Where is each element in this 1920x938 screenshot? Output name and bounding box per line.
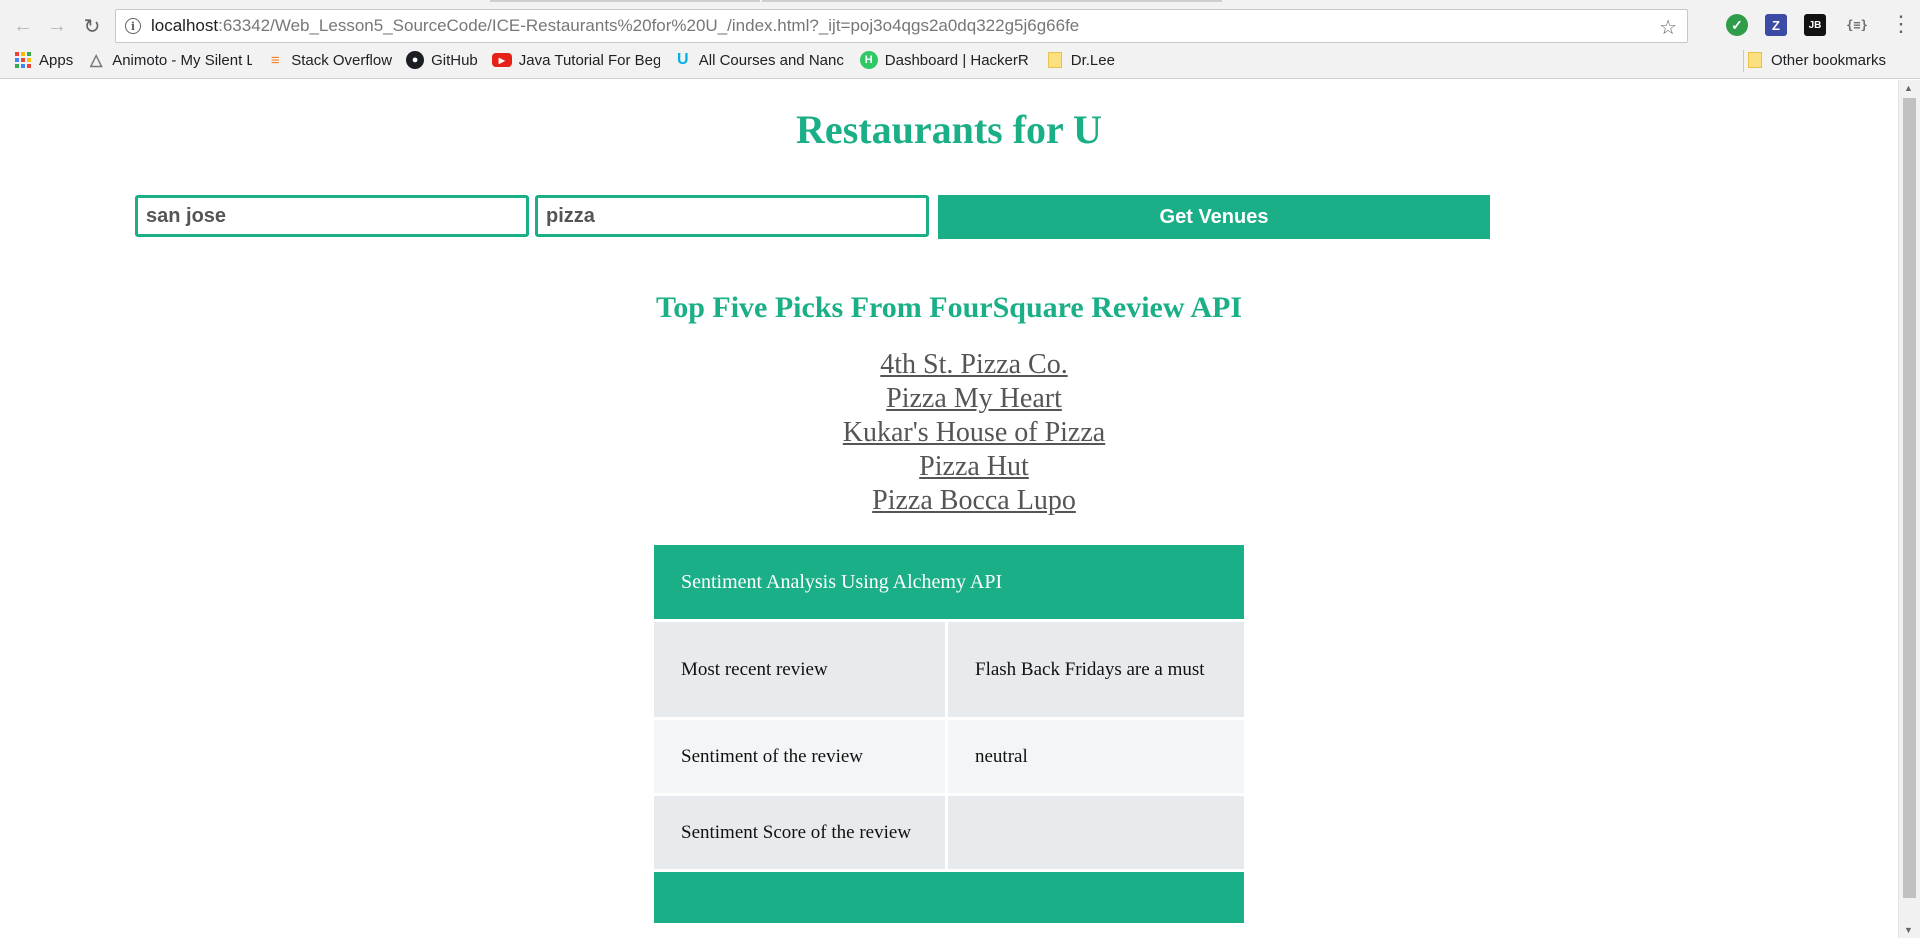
browser-chrome: ← → ↻ i localhost:63342/Web_Lesson5_Sour… xyxy=(0,0,1920,79)
query-input[interactable] xyxy=(535,195,929,237)
browser-toolbar: ← → ↻ i localhost:63342/Web_Lesson5_Sour… xyxy=(0,6,1920,46)
sentiment-score-value xyxy=(948,796,1244,869)
bookmark-label: Animoto - My Silent L xyxy=(112,51,253,69)
bookmark-label: Apps xyxy=(39,51,74,69)
folder-icon xyxy=(1746,51,1764,69)
city-input[interactable] xyxy=(135,195,529,237)
sentiment-table: Sentiment Analysis Using Alchemy API Mos… xyxy=(654,545,1244,923)
row-label: Sentiment of the review xyxy=(654,720,948,793)
get-venues-button[interactable]: Get Venues xyxy=(938,195,1490,239)
scrollbar-thumb[interactable] xyxy=(1903,98,1916,898)
bookmark-label: Stack Overflow xyxy=(291,51,393,69)
scroll-up-arrow-icon[interactable]: ▲ xyxy=(1904,83,1913,93)
animoto-icon: △ xyxy=(90,52,103,69)
reload-icon[interactable]: ↻ xyxy=(78,12,106,40)
venue-link[interactable]: Pizza Bocca Lupo xyxy=(872,485,1076,516)
tab-edge-left xyxy=(490,0,760,2)
venue-link[interactable]: 4th St. Pizza Co. xyxy=(880,349,1067,380)
picks-title: Top Five Picks From FourSquare Review AP… xyxy=(655,291,1243,324)
scroll-down-arrow-icon[interactable]: ▼ xyxy=(1904,925,1913,935)
z-extension-icon[interactable]: Z xyxy=(1765,14,1787,36)
bookmark-label: All Courses and Nanc xyxy=(698,51,844,69)
json-viewer-extension-icon[interactable]: {≡} xyxy=(1846,14,1868,36)
stackoverflow-icon: ≡ xyxy=(270,51,280,69)
table-row: Sentiment of the review neutral xyxy=(654,717,1244,793)
list-item: Pizza My Heart xyxy=(0,382,1898,416)
bookmark-label: Dr.Lee xyxy=(1070,51,1115,69)
udacity-icon: U xyxy=(676,51,689,68)
row-label: Sentiment Score of the review xyxy=(654,796,948,869)
jetbrains-extension-icon[interactable]: JB xyxy=(1804,14,1826,36)
venue-link[interactable]: Pizza My Heart xyxy=(886,383,1062,414)
list-item: 4th St. Pizza Co. xyxy=(0,348,1898,382)
tab-edge-right xyxy=(762,0,1222,2)
bookmark-label: Java Tutorial For Begi xyxy=(518,51,660,69)
address-bar[interactable]: i localhost:63342/Web_Lesson5_SourceCode… xyxy=(115,9,1688,43)
bookmark-udacity[interactable]: U All Courses and Nanc xyxy=(674,51,846,69)
venue-link[interactable]: Pizza Hut xyxy=(919,451,1029,482)
page-scrollbar[interactable]: ▲ ▼ xyxy=(1898,80,1920,938)
list-item: Pizza Bocca Lupo xyxy=(0,484,1898,518)
page-title: Restaurants for U xyxy=(796,107,1102,152)
bookmark-github[interactable]: ● GitHub xyxy=(406,51,478,69)
checkmark-extension-icon[interactable]: ✓ xyxy=(1726,14,1748,36)
table-row: Sentiment Score of the review xyxy=(654,793,1244,869)
venue-link[interactable]: Kukar's House of Pizza xyxy=(843,417,1105,448)
bookmarks-bar: Apps △ Animoto - My Silent L ≡ Stack Ove… xyxy=(0,46,1920,74)
bookmark-drlee[interactable]: Dr.Lee xyxy=(1046,51,1115,69)
list-item: Pizza Hut xyxy=(0,450,1898,484)
bookmarks-divider xyxy=(1743,50,1744,72)
table-row: Most recent review Flash Back Fridays ar… xyxy=(654,619,1244,717)
hackerrank-icon: H xyxy=(859,51,878,69)
page-content: Restaurants for U Get Venues Top Five Pi… xyxy=(0,80,1898,938)
github-icon: ● xyxy=(406,51,425,69)
site-info-icon[interactable]: i xyxy=(125,18,141,34)
browser-menu-icon[interactable]: ⋮ xyxy=(1890,13,1912,35)
bookmark-animoto[interactable]: △ Animoto - My Silent L xyxy=(87,51,253,70)
recent-review-value: Flash Back Fridays are a must xyxy=(975,659,1205,680)
bookmark-star-icon[interactable]: ☆ xyxy=(1659,15,1677,40)
bookmark-java-tutorial[interactable]: ▶ Java Tutorial For Begi xyxy=(491,51,660,69)
row-label: Most recent review xyxy=(654,622,948,717)
sentiment-table-header: Sentiment Analysis Using Alchemy API xyxy=(654,545,1244,619)
bookmark-label: Dashboard | HackerR xyxy=(884,51,1029,69)
other-bookmarks-label: Other bookmarks xyxy=(1770,51,1886,69)
url-text[interactable]: localhost:63342/Web_Lesson5_SourceCode/I… xyxy=(151,16,1079,36)
apps-grid-icon xyxy=(14,51,32,69)
tab-strip xyxy=(490,0,1230,3)
sentiment-value: neutral xyxy=(975,746,1028,767)
bookmark-other[interactable]: Other bookmarks xyxy=(1746,51,1886,69)
forward-arrow-icon[interactable]: → xyxy=(43,12,71,40)
list-item: Kukar's House of Pizza xyxy=(0,416,1898,450)
bookmark-hackerrank[interactable]: H Dashboard | HackerR xyxy=(859,51,1032,69)
sentiment-table-footer xyxy=(654,869,1244,923)
venue-list: 4th St. Pizza Co. Pizza My Heart Kukar's… xyxy=(0,348,1898,518)
bookmark-label: GitHub xyxy=(431,51,478,69)
folder-icon xyxy=(1046,51,1064,69)
bookmark-apps[interactable]: Apps xyxy=(14,51,73,69)
youtube-icon: ▶ xyxy=(491,53,512,67)
back-arrow-icon[interactable]: ← xyxy=(9,12,37,40)
bookmark-stack-overflow[interactable]: ≡ Stack Overflow xyxy=(266,51,392,69)
